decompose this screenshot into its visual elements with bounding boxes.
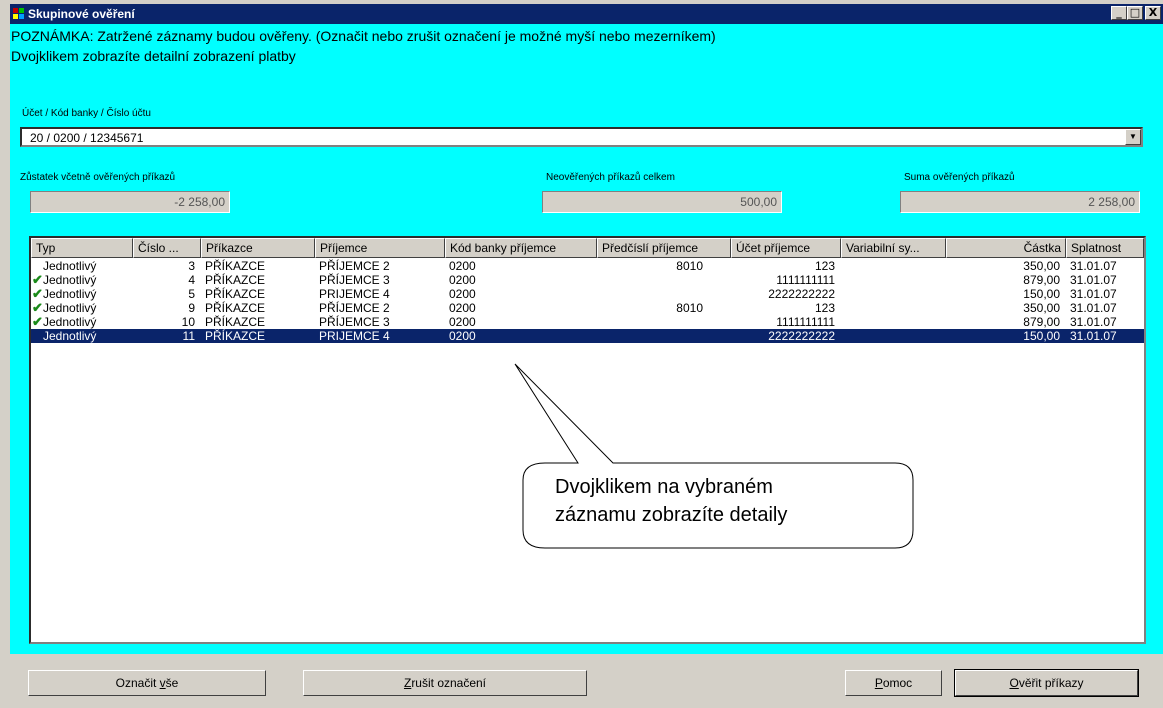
dialog-window: Skupinové ověření _ □ X POZNÁMKA: Zatrže… <box>0 0 1163 708</box>
select-all-label-pre: Označit <box>115 676 160 690</box>
verify-orders-label: věřit příkazy <box>1018 676 1084 690</box>
callout-text: Dvojklikem na vybraném záznamu zobrazíte… <box>555 473 787 529</box>
callout-line-1: Dvojklikem na vybraném <box>555 476 773 498</box>
callout-bubble <box>514 363 914 549</box>
verify-orders-accesskey: O <box>1009 676 1019 690</box>
help-label: omoc <box>882 676 913 690</box>
clear-selection-button[interactable]: Zrušit označení <box>303 670 587 696</box>
select-all-button[interactable]: Označit vše <box>28 670 266 696</box>
select-all-label-post: še <box>165 676 179 690</box>
help-button[interactable]: Pomoc <box>845 670 942 696</box>
callout-line-2: záznamu zobrazíte detaily <box>555 504 788 526</box>
verify-orders-button[interactable]: Ověřit příkazy <box>954 669 1139 697</box>
clear-selection-label: rušit označení <box>411 676 487 690</box>
help-accesskey: P <box>874 676 883 690</box>
